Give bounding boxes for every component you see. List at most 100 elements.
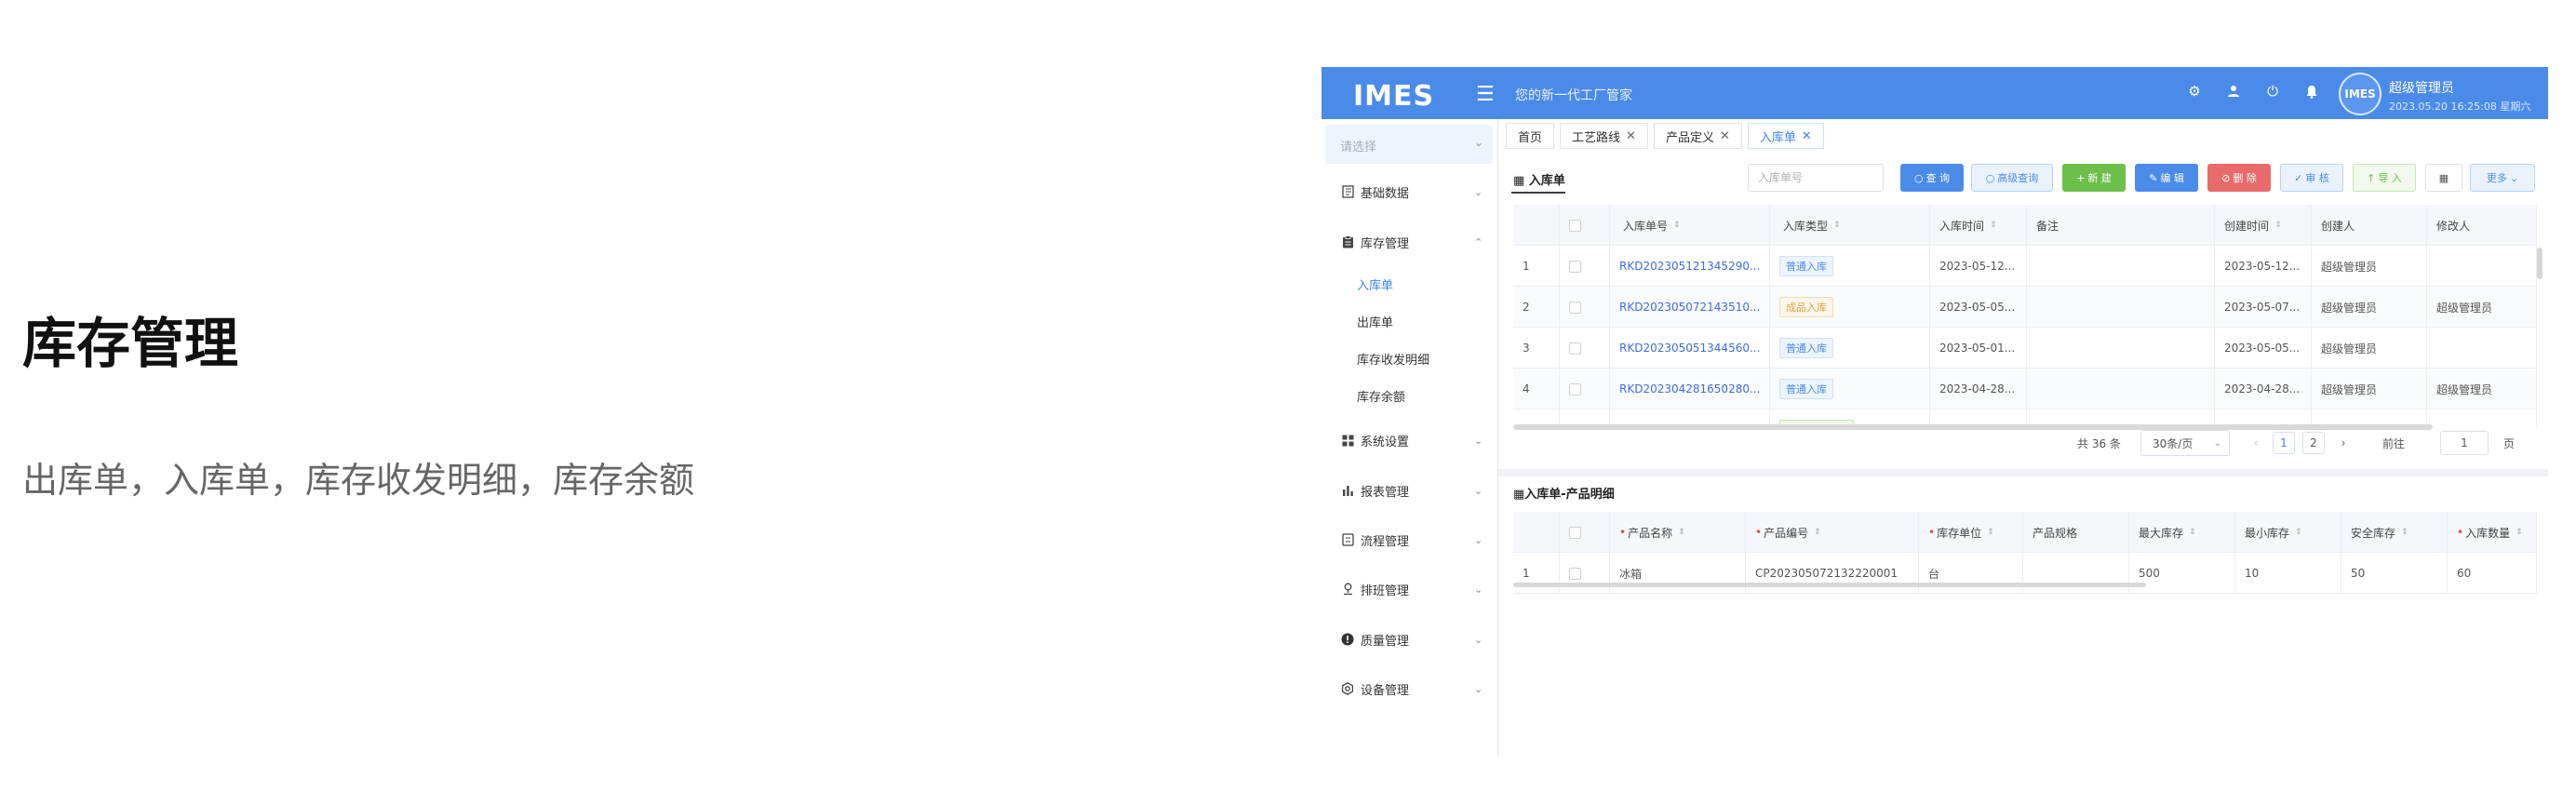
tab-process-route[interactable]: 工艺路线 ✕ bbox=[1560, 123, 1648, 149]
sidebar-subitem-stock-balance[interactable]: 库存余额 bbox=[1357, 387, 1405, 405]
row-checkbox[interactable] bbox=[1569, 382, 1581, 396]
row-checkbox[interactable] bbox=[1569, 567, 1581, 580]
import-button[interactable]: ↑ 导 入 bbox=[2353, 164, 2416, 192]
page-1-button[interactable]: 1 bbox=[2273, 432, 2295, 454]
goto-page-input[interactable]: 1 bbox=[2440, 431, 2489, 455]
prev-page-button[interactable]: ‹ bbox=[2245, 432, 2267, 454]
user-icon[interactable] bbox=[2224, 82, 2243, 101]
sort-icon[interactable]: ⇕ bbox=[1814, 528, 1821, 537]
sidebar-item-system[interactable]: 系统设置 ⌄ bbox=[1322, 426, 1498, 454]
review-button[interactable]: ✓ 审 核 bbox=[2280, 164, 2343, 192]
user-name[interactable]: 超级管理员 bbox=[2389, 78, 2454, 97]
app-logo[interactable]: IMES bbox=[1353, 80, 1434, 113]
table-row[interactable]: 1 RKD202305121345290... 普通入库 2023-05-12... 2… bbox=[1513, 246, 2537, 287]
new-button[interactable]: + 新 建 bbox=[2062, 164, 2126, 192]
gear-icon[interactable]: ⚙ bbox=[2185, 82, 2204, 101]
more-button[interactable]: 更多 ⌄ bbox=[2470, 164, 2535, 192]
detail-header-cell[interactable]: 最大库存 ⇕ bbox=[2129, 512, 2235, 553]
delete-button[interactable]: ⊘ 删 除 bbox=[2207, 164, 2271, 192]
sort-icon[interactable]: ⇕ bbox=[2401, 528, 2408, 537]
bell-icon[interactable] bbox=[2302, 82, 2321, 101]
sort-icon[interactable]: ⇕ bbox=[1678, 528, 1685, 537]
sidebar-subitem-stock-flow[interactable]: 库存收发明细 bbox=[1357, 350, 1429, 368]
sidebar-item-quality[interactable]: 质量管理 ⌄ bbox=[1322, 625, 1498, 653]
sort-icon[interactable]: ⇕ bbox=[2189, 528, 2196, 537]
sidebar-item-equipment[interactable]: 设备管理 ⌄ bbox=[1322, 675, 1498, 703]
detail-horizontal-scrollbar[interactable] bbox=[1513, 583, 2146, 587]
next-page-button[interactable]: › bbox=[2332, 432, 2355, 454]
tab-product-definition[interactable]: 产品定义 ✕ bbox=[1653, 123, 1742, 149]
detail-header-cell[interactable]: • 产品编号 ⇕ bbox=[1746, 512, 1919, 553]
header-order-type[interactable]: 入库类型 ⇕ bbox=[1770, 205, 1930, 246]
table-vertical-scrollbar[interactable] bbox=[2537, 248, 2542, 279]
sidebar-item-basic-data[interactable]: 基础数据 ⌄ bbox=[1322, 178, 1498, 206]
sort-icon[interactable]: ⇕ bbox=[1990, 221, 1997, 230]
query-button[interactable]: ○ 查 询 bbox=[1900, 164, 1964, 192]
tab-home[interactable]: 首页 bbox=[1506, 123, 1555, 149]
header-select-all[interactable] bbox=[1560, 512, 1610, 553]
sort-icon[interactable]: ⇕ bbox=[1673, 221, 1681, 230]
order-number-link[interactable]: RKD202304281650280... bbox=[1610, 369, 1770, 409]
advanced-query-button[interactable]: ○ 高级查询 bbox=[1971, 164, 2053, 192]
close-icon[interactable]: ✕ bbox=[1720, 129, 1730, 143]
sidebar-item-scheduling[interactable]: 排班管理 ⌄ bbox=[1322, 575, 1498, 603]
upload-icon: ↑ bbox=[2367, 171, 2376, 184]
detail-table-row[interactable]: 1 冰箱 CP202305072132220001 台 500 10 50 60 bbox=[1513, 553, 2537, 594]
header-order-time[interactable]: 入库时间 ⇕ bbox=[1930, 205, 2027, 246]
sidebar-subitem-inbound[interactable]: 入库单 bbox=[1357, 275, 1393, 293]
table-row[interactable]: 4 RKD202304281650280... 普通入库 2023-04-28... 2… bbox=[1513, 369, 2537, 409]
table-row[interactable]: 2 RKD202305072143510... 成品入库 2023-05-05... 2… bbox=[1513, 287, 2537, 328]
select-all-checkbox[interactable] bbox=[1569, 526, 1581, 539]
edit-button[interactable]: ✎ 编 辑 bbox=[2135, 164, 2198, 192]
order-number-link[interactable]: RKD202305072143510... bbox=[1610, 287, 1770, 328]
sidebar-item-inventory[interactable]: 库存管理 ⌃ bbox=[1322, 228, 1498, 256]
detail-header-cell[interactable]: • 产品名称 ⇕ bbox=[1610, 512, 1746, 553]
close-icon[interactable]: ✕ bbox=[1802, 129, 1812, 143]
select-all-checkbox[interactable] bbox=[1569, 219, 1581, 232]
order-number-link-text[interactable]: RKD202305121345290... bbox=[1619, 260, 1760, 273]
sort-icon[interactable]: ⇕ bbox=[1833, 221, 1841, 230]
order-number-link[interactable]: RKD202305051344560... bbox=[1610, 328, 1770, 369]
header-label: 备注 bbox=[2036, 219, 2059, 233]
page-2-button[interactable]: 2 bbox=[2302, 432, 2325, 454]
header-order-number[interactable]: 入库单号 ⇕ bbox=[1610, 205, 1770, 246]
order-number-link-text[interactable]: RKD202304281650280... bbox=[1619, 382, 1760, 396]
row-select[interactable] bbox=[1560, 553, 1610, 594]
sort-icon[interactable]: ⇕ bbox=[1987, 528, 1994, 537]
columns-button[interactable]: ▦ bbox=[2425, 164, 2462, 192]
search-input[interactable] bbox=[1749, 165, 1883, 191]
row-checkbox[interactable] bbox=[1569, 301, 1581, 314]
row-checkbox[interactable] bbox=[1569, 260, 1581, 273]
menu-toggle-icon[interactable]: ☰ bbox=[1476, 83, 1495, 106]
power-icon[interactable]: ⏻ bbox=[2263, 82, 2282, 101]
sidebar-item-workflow[interactable]: 流程管理 ⌄ bbox=[1322, 526, 1498, 554]
tab-inbound-order[interactable]: 入库单 ✕ bbox=[1747, 123, 1824, 149]
row-select[interactable] bbox=[1560, 369, 1610, 409]
detail-header-cell[interactable]: 安全库存 ⇕ bbox=[2341, 512, 2448, 553]
sidebar-item-reports[interactable]: 报表管理 ⌄ bbox=[1322, 476, 1498, 504]
detail-header-cell[interactable]: • 入库数量 ⇕ bbox=[2448, 512, 2537, 553]
header-select-all[interactable] bbox=[1560, 205, 1610, 246]
order-number-link-text[interactable]: RKD202305051344560... bbox=[1619, 342, 1760, 355]
row-select[interactable] bbox=[1560, 328, 1610, 369]
sidebar-select[interactable]: 请选择 ⌄ bbox=[1325, 125, 1493, 164]
row-select[interactable] bbox=[1560, 246, 1610, 287]
sort-icon[interactable]: ⇕ bbox=[2516, 528, 2523, 537]
page-size-select[interactable]: 30条/页 ⌄ bbox=[2140, 430, 2230, 456]
order-number-search[interactable] bbox=[1748, 164, 1884, 192]
sidebar-subitem-outbound[interactable]: 出库单 bbox=[1357, 313, 1393, 330]
avatar[interactable]: IMES bbox=[2339, 73, 2381, 115]
table-horizontal-scrollbar[interactable] bbox=[1513, 424, 2433, 430]
detail-header-cell[interactable]: 最小库存 ⇕ bbox=[2235, 512, 2341, 553]
order-number-link-text[interactable]: RKD202305072143510... bbox=[1619, 301, 1760, 314]
row-select[interactable] bbox=[1560, 287, 1610, 328]
row-checkbox[interactable] bbox=[1569, 342, 1581, 355]
order-number-link[interactable]: RKD202305121345290... bbox=[1610, 246, 1770, 287]
sort-icon[interactable]: ⇕ bbox=[2274, 221, 2282, 230]
detail-header-cell[interactable]: • 库存单位 ⇕ bbox=[1919, 512, 2023, 553]
table-row[interactable]: 3 RKD202305051344560... 普通入库 2023-05-01... 2… bbox=[1513, 328, 2537, 369]
sort-icon[interactable]: ⇕ bbox=[2295, 528, 2302, 537]
header-created-time[interactable]: 创建时间 ⇕ bbox=[2215, 205, 2312, 246]
close-icon[interactable]: ✕ bbox=[1626, 129, 1636, 143]
remark bbox=[2027, 328, 2215, 369]
